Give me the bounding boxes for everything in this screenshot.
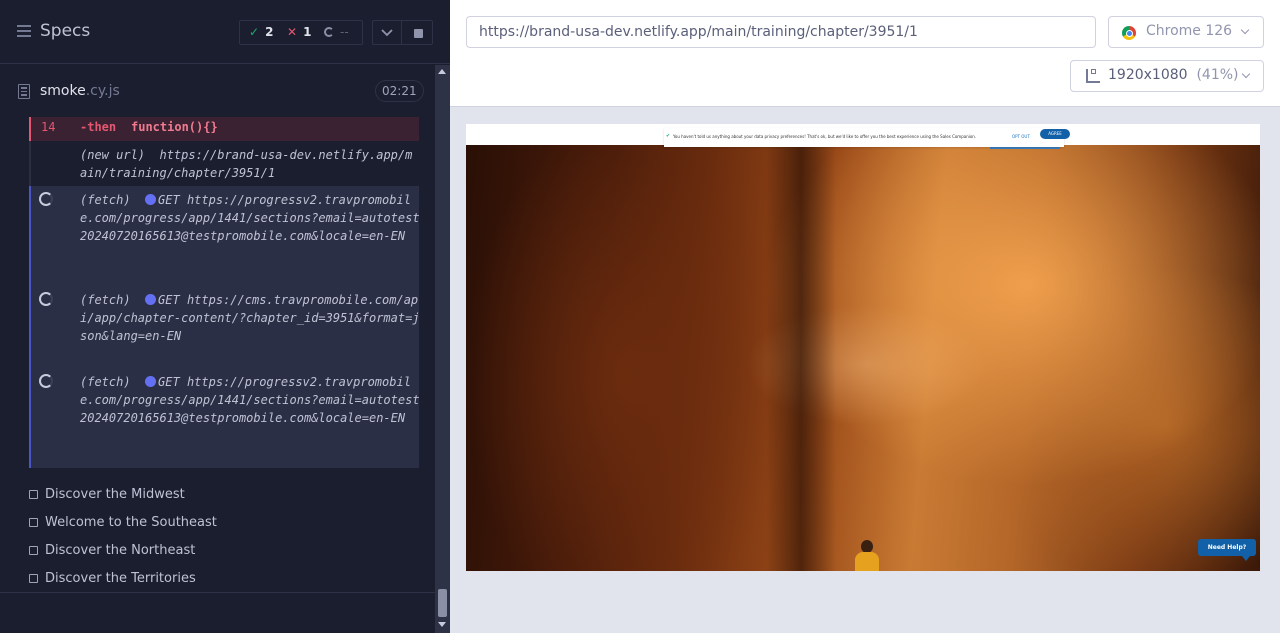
cookie-consent-banner: ✔ You haven't told us anything about you…	[664, 128, 1070, 147]
run-stats: ✓ 2 ✕ 1 --	[239, 20, 363, 45]
command-label: (fetch)	[80, 293, 131, 307]
person-figure	[854, 540, 880, 571]
pending-test-icon	[29, 573, 38, 583]
viewport-info-button[interactable]: 1920x1080 (41%)	[1070, 60, 1264, 92]
test-item[interactable]: Discover the Northeast	[29, 540, 195, 560]
shield-check-icon: ✔	[666, 133, 671, 139]
stop-button[interactable]	[401, 20, 433, 45]
test-title: Welcome to the Southeast	[45, 514, 217, 530]
specs-header: Specs ✓ 2 ✕ 1 --	[0, 0, 450, 64]
command-url: https://progressv2.travpromobile.com/pro…	[80, 193, 420, 243]
test-item[interactable]: Welcome to the Southeast	[29, 512, 217, 532]
test-item[interactable]: Discover the Territories	[29, 568, 196, 588]
browser-selector[interactable]: Chrome 126	[1108, 16, 1264, 48]
scrollbar-thumb[interactable]	[438, 589, 447, 617]
loading-spinner-icon	[39, 374, 53, 388]
http-method: GET	[158, 293, 180, 307]
cookie-message: You haven't told us anything about your …	[673, 134, 977, 139]
check-icon: ✓	[249, 25, 260, 39]
ruler-icon	[1086, 69, 1100, 83]
viewport-size: 1920x1080	[1108, 67, 1188, 83]
command-number: 14	[41, 120, 56, 134]
aut-header: https://brand-usa-dev.netlify.app/main/t…	[450, 0, 1280, 107]
need-help-button[interactable]: Need Help?	[1198, 539, 1256, 556]
status-dot-icon	[145, 294, 157, 305]
pending-count: --	[324, 25, 349, 39]
command-log: 14 -then function(){} (new url) https://…	[0, 117, 435, 593]
stop-icon	[414, 29, 423, 38]
test-item[interactable]: Discover the Midwest	[29, 484, 185, 504]
spec-file-name: smoke.cy.js	[40, 83, 120, 99]
status-dot-icon	[145, 194, 157, 205]
test-title: Discover the Midwest	[45, 486, 185, 502]
pending-test-icon	[29, 545, 38, 555]
command-url: https://progressv2.travpromobile.com/pro…	[80, 375, 420, 425]
command-then[interactable]: 14 -then function(){}	[29, 117, 419, 141]
command-label: (fetch)	[80, 193, 131, 207]
scroll-down-arrow-icon[interactable]	[438, 622, 446, 627]
viewport-scale: (41%)	[1196, 67, 1239, 83]
reporter-footer	[0, 592, 435, 633]
document-icon	[18, 84, 30, 99]
failed-count: ✕ 1	[287, 25, 312, 39]
x-icon: ✕	[287, 25, 298, 39]
chevron-down-icon	[381, 29, 393, 37]
command-fetch[interactable]: (fetch) GET https://progressv2.travpromo…	[29, 368, 420, 468]
test-title: Discover the Northeast	[45, 542, 196, 558]
menu-icon[interactable]	[17, 25, 31, 37]
aut-panel: https://brand-usa-dev.netlify.app/main/t…	[450, 0, 1280, 633]
command-label: (new url)	[80, 148, 146, 162]
command-url: https://cms.travpromobile.com/api/app/ch…	[80, 293, 420, 343]
chevron-down-icon	[1241, 69, 1251, 79]
passed-count: ✓ 2	[249, 25, 274, 39]
test-title: Discover the Territories	[45, 570, 196, 586]
loading-spinner-icon	[39, 192, 53, 206]
http-method: GET	[158, 375, 180, 389]
spinner-icon	[324, 27, 334, 37]
command-message: function(){}	[131, 120, 218, 134]
command-fetch[interactable]: (fetch) GET https://cms.travpromobile.co…	[29, 286, 420, 368]
loading-spinner-icon	[39, 292, 53, 306]
chevron-down-icon	[1240, 25, 1250, 35]
status-dot-icon	[145, 376, 157, 387]
spec-file-header[interactable]: smoke.cy.js 02:21	[0, 65, 435, 117]
agree-button[interactable]: AGREE	[1040, 129, 1070, 139]
aut-iframe[interactable]: ✔ You haven't told us anything about you…	[466, 124, 1260, 571]
command-fetch[interactable]: (fetch) GET https://progressv2.travpromo…	[29, 186, 420, 286]
command-label: (fetch)	[80, 375, 131, 389]
chrome-icon	[1122, 26, 1136, 40]
expand-collapse-button[interactable]	[372, 20, 402, 45]
reporter-panel: Specs ✓ 2 ✕ 1 -- smoke.cy.js 02:21 14 -t…	[0, 0, 450, 633]
pending-test-icon	[29, 489, 38, 499]
command-log-scrollbar[interactable]	[435, 65, 450, 633]
command-name: -then	[80, 120, 117, 134]
spec-duration-badge: 02:21	[375, 80, 424, 102]
canyon-hero-image	[466, 145, 1260, 571]
aut-url-bar[interactable]: https://brand-usa-dev.netlify.app/main/t…	[466, 16, 1096, 48]
pending-test-icon	[29, 517, 38, 527]
http-method: GET	[158, 193, 180, 207]
browser-label: Chrome 126	[1146, 23, 1233, 39]
opt-out-link[interactable]: OPT OUT	[1012, 134, 1030, 139]
specs-title[interactable]: Specs	[40, 21, 90, 41]
scroll-up-arrow-icon[interactable]	[438, 69, 446, 74]
